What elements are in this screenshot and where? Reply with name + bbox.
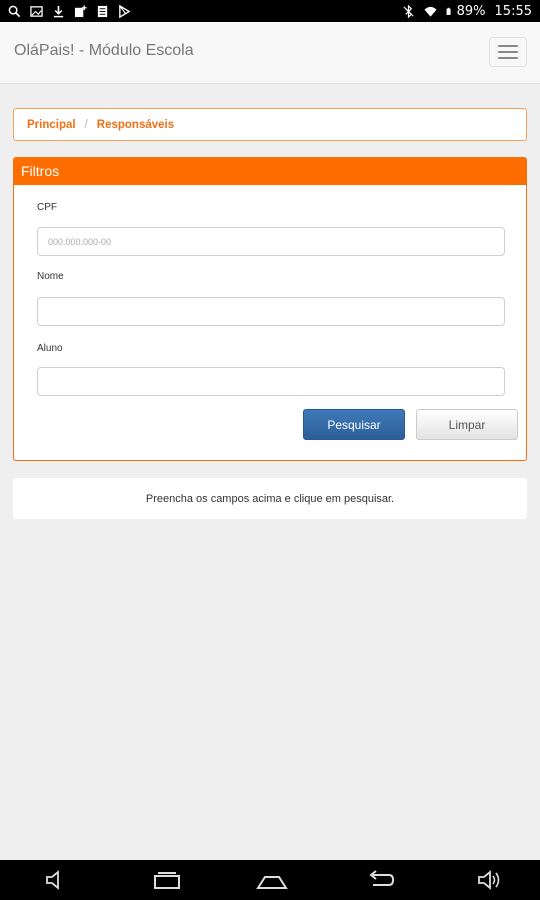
filters-panel: Filtros CPF Nome Aluno Pesquisar Limpar: [13, 157, 527, 461]
menu-icon-bar: [498, 51, 518, 53]
status-bar: 89% 15:55: [0, 0, 540, 22]
image-icon: [30, 5, 43, 17]
info-message: Preencha os campos acima e clique em pes…: [145, 492, 395, 505]
filters-panel-title: Filtros: [14, 158, 526, 185]
status-left: [8, 4, 131, 18]
clear-button[interactable]: Limpar: [416, 409, 518, 440]
wifi-icon: [424, 6, 437, 17]
info-message-box: Preencha os campos acima e clique em pes…: [13, 478, 527, 519]
breadcrumb: Principal / Responsáveis: [13, 108, 527, 141]
home-icon[interactable]: [256, 869, 288, 891]
volume-down-icon[interactable]: [43, 869, 69, 891]
download-icon: [53, 5, 64, 17]
photo-add-icon: [74, 4, 87, 17]
document-icon: [97, 5, 108, 17]
hamburger-menu-button[interactable]: [489, 37, 527, 67]
menu-icon-bar: [498, 45, 518, 47]
search-button[interactable]: Pesquisar: [303, 409, 405, 440]
back-icon[interactable]: [365, 869, 395, 891]
aluno-input[interactable]: [37, 367, 505, 396]
recent-apps-icon[interactable]: [152, 869, 182, 891]
aluno-label: Aluno: [37, 343, 63, 354]
play-store-icon: [119, 4, 131, 18]
cpf-input[interactable]: [37, 227, 505, 256]
system-nav-bar: [0, 860, 540, 900]
volume-up-icon[interactable]: [476, 869, 502, 891]
app-brand[interactable]: OláPais! - Módulo Escola: [14, 42, 194, 60]
search-icon: [8, 5, 21, 17]
breadcrumb-responsaveis[interactable]: Responsáveis: [97, 119, 174, 131]
battery-level: 89%: [456, 3, 486, 19]
menu-icon-bar: [498, 57, 518, 59]
battery-icon: [446, 7, 451, 15]
nome-input[interactable]: [37, 297, 505, 326]
bluetooth-off-icon: [403, 4, 414, 18]
breadcrumb-separator: /: [84, 118, 88, 131]
nome-label: Nome: [37, 271, 64, 282]
status-right: 89% 15:55: [402, 4, 532, 19]
clock: 15:55: [494, 3, 532, 19]
breadcrumb-principal[interactable]: Principal: [27, 119, 76, 131]
cpf-label: CPF: [37, 202, 57, 213]
app-navbar: OláPais! - Módulo Escola: [0, 22, 540, 84]
